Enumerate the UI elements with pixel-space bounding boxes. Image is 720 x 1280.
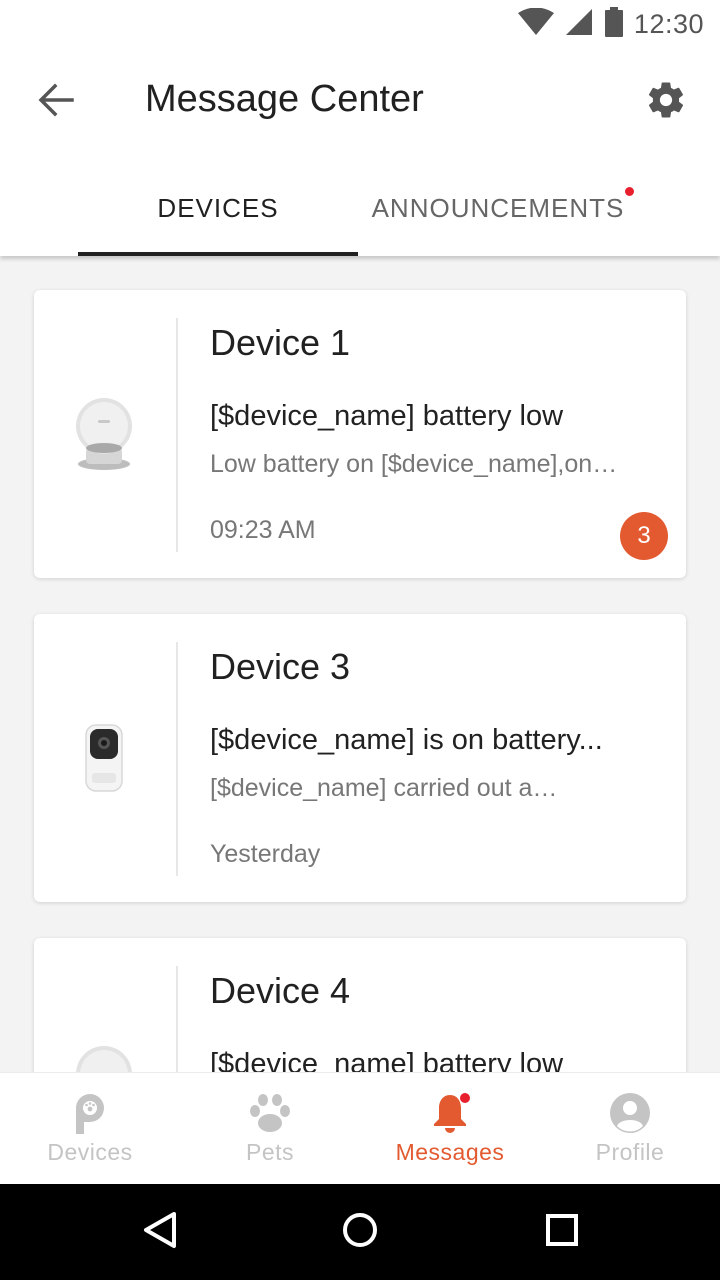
- paw-icon: [180, 1089, 360, 1137]
- wifi-icon: [517, 7, 554, 41]
- nav-item-devices[interactable]: Devices: [0, 1073, 180, 1185]
- new-announcement-dot: [625, 187, 634, 196]
- back-arrow-icon: [38, 83, 74, 122]
- nav-label: Devices: [47, 1139, 133, 1165]
- status-bar: 12:30: [0, 0, 720, 48]
- page-title: Message Center: [145, 78, 424, 120]
- nav-label: Profile: [595, 1139, 665, 1165]
- message-card[interactable]: Device 4 [$device_name] battery low: [34, 938, 686, 1072]
- system-recents-button[interactable]: [532, 1202, 592, 1262]
- device-name: Device 4: [210, 970, 351, 1011]
- bell-icon: [360, 1089, 540, 1137]
- pet-feeder-image: [62, 938, 146, 1072]
- system-home-button[interactable]: [330, 1202, 390, 1262]
- nav-label: Messages: [395, 1139, 505, 1165]
- battery-icon: [604, 6, 624, 42]
- active-tab-indicator: [78, 252, 358, 256]
- message-card[interactable]: Device 3 [$device_name] is on battery...…: [34, 614, 686, 902]
- message-card[interactable]: Device 1 [$device_name] battery low Low …: [34, 290, 686, 578]
- tab-devices[interactable]: DEVICES: [78, 160, 358, 256]
- message-subject: [$device_name] battery low: [210, 400, 564, 432]
- circle-home-icon: [342, 1212, 378, 1253]
- system-nav-bar: [0, 1184, 720, 1280]
- pet-camera-image: [62, 614, 146, 902]
- message-preview: Low battery on [$device_name],on…: [210, 450, 618, 478]
- gear-icon: [645, 79, 687, 126]
- new-message-dot: [460, 1093, 470, 1103]
- app-header: Message Center: [0, 48, 720, 160]
- status-icons: 12:30: [517, 6, 704, 42]
- card-divider: [176, 966, 178, 1072]
- unread-count-badge: 3: [620, 512, 668, 560]
- message-subject: [$device_name] is on battery...: [210, 724, 603, 756]
- tab-announcements[interactable]: ANNOUNCEMENTS: [358, 160, 638, 256]
- pet-feeder-image: [62, 290, 146, 578]
- system-back-button[interactable]: [130, 1202, 190, 1262]
- status-time: 12:30: [633, 8, 704, 39]
- petkit-logo-icon: [0, 1089, 180, 1137]
- nav-item-pets[interactable]: Pets: [180, 1073, 360, 1185]
- square-recents-icon: [545, 1213, 579, 1252]
- nav-item-profile[interactable]: Profile: [540, 1073, 720, 1185]
- tab-announcements-label: ANNOUNCEMENTS: [371, 192, 625, 223]
- tab-devices-label: DEVICES: [157, 192, 279, 223]
- triangle-back-icon: [142, 1211, 178, 1254]
- signal-icon: [564, 7, 594, 42]
- card-divider: [176, 642, 178, 876]
- nav-label: Pets: [245, 1139, 295, 1165]
- message-list[interactable]: Device 1 [$device_name] battery low Low …: [0, 256, 720, 1072]
- settings-button[interactable]: [642, 76, 690, 128]
- nav-item-messages[interactable]: Messages: [360, 1073, 540, 1185]
- device-name: Device 1: [210, 322, 351, 363]
- message-time: 09:23 AM: [210, 516, 316, 544]
- card-divider: [176, 318, 178, 552]
- bottom-nav: Devices Pets Messages Profile: [0, 1072, 720, 1184]
- tab-bar: DEVICES ANNOUNCEMENTS: [0, 160, 720, 256]
- user-icon: [540, 1089, 720, 1137]
- back-button[interactable]: [24, 70, 88, 134]
- device-name: Device 3: [210, 646, 351, 687]
- message-time: Yesterday: [210, 840, 321, 868]
- message-preview: [$device_name] carried out a…: [210, 774, 558, 802]
- message-subject: [$device_name] battery low: [210, 1048, 564, 1072]
